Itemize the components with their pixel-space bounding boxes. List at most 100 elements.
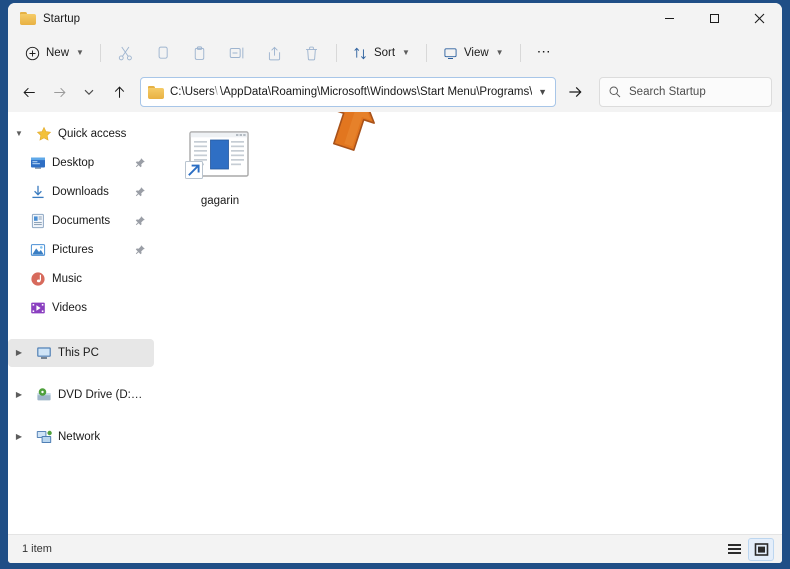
navigation-pane: ▼ Quick access Desktop Downloads Documen… (8, 112, 160, 534)
pin-icon[interactable] (134, 186, 146, 198)
view-mode-toggles (722, 537, 774, 561)
maximize-button[interactable] (692, 3, 737, 34)
paste-icon (194, 45, 205, 60)
rename-button[interactable] (219, 39, 255, 67)
trash-icon (305, 46, 317, 60)
sidebar-label: Videos (52, 302, 87, 314)
sidebar-label: This PC (58, 347, 99, 359)
sort-button[interactable]: Sort ▼ (344, 39, 419, 67)
chevron-down-icon: ▼ (402, 48, 410, 57)
file-item-gagarin[interactable]: gagarin (172, 124, 268, 211)
share-button[interactable] (257, 39, 292, 67)
see-more-button[interactable]: ⋯ (528, 39, 562, 67)
sidebar-label: Downloads (52, 186, 109, 198)
toolbar-divider (99, 44, 101, 62)
file-name-label: gagarin (200, 195, 240, 207)
pin-icon[interactable] (134, 244, 146, 256)
chevron-down-icon: ▼ (76, 48, 84, 57)
orange-arrow-pointer (322, 112, 394, 155)
sidebar-item-pictures[interactable]: Pictures (8, 236, 154, 264)
new-button[interactable]: New ▼ (16, 39, 93, 67)
command-bar: New ▼ Sort ▼ View ▼ ⋯ (8, 34, 782, 72)
pin-icon[interactable] (134, 157, 146, 169)
sidebar-item-network[interactable]: ▶ Network (8, 423, 154, 451)
close-button[interactable] (737, 3, 782, 34)
address-path: C:\Users\ \AppData\Roaming\Microsoft\Wind… (170, 86, 532, 98)
file-explorer-window: Startup New ▼ Sort ▼ View ▼ ⋯ C:\Users\ … (8, 3, 782, 563)
file-list-pane[interactable]: gagarin (160, 112, 782, 534)
sidebar-label: Documents (52, 215, 111, 227)
rename-icon (229, 47, 244, 59)
sidebar-item-music[interactable]: Music (8, 265, 154, 293)
pictures-icon (30, 244, 46, 256)
new-button-label: New (46, 47, 70, 59)
delete-button[interactable] (294, 39, 329, 67)
arrow-left-icon (22, 87, 35, 97)
chevron-right-icon[interactable]: ▶ (8, 349, 30, 357)
item-count-label: 1 item (22, 543, 52, 555)
screenshot-root: Startup New ▼ Sort ▼ View ▼ ⋯ C:\Users\ … (0, 0, 790, 569)
star-icon (36, 126, 52, 141)
large-icons-view-button[interactable] (748, 537, 774, 561)
pin-icon[interactable] (134, 215, 146, 227)
toolbar-divider-3 (425, 44, 427, 62)
videos-icon (31, 302, 45, 314)
window-controls (647, 3, 782, 34)
sidebar-item-quick-access[interactable]: ▼ Quick access (8, 120, 154, 148)
arrow-right-icon (569, 86, 582, 98)
sidebar-item-videos[interactable]: Videos (8, 294, 154, 322)
go-button[interactable] (558, 78, 592, 106)
copy-icon (158, 46, 168, 59)
address-path-suffix: \AppData\Roaming\Microsoft\Windows\Start… (219, 86, 532, 98)
tab-title: Startup (43, 12, 81, 25)
details-view-button[interactable] (722, 539, 746, 560)
network-icon (36, 430, 52, 443)
share-icon (268, 46, 281, 60)
search-input[interactable]: Search Startup (629, 86, 706, 98)
up-button[interactable] (104, 78, 134, 106)
sidebar-label: Desktop (52, 157, 95, 169)
address-chevron-down-icon[interactable]: ▼ (538, 87, 549, 97)
minimize-button[interactable] (647, 3, 692, 34)
forward-button[interactable] (44, 78, 74, 106)
large-icons-view-icon (754, 542, 768, 556)
sort-button-label: Sort (373, 47, 396, 59)
view-button[interactable]: View ▼ (434, 39, 513, 67)
sidebar-label: Pictures (52, 244, 94, 256)
sidebar-label: Music (52, 273, 83, 285)
sidebar-item-dvd-drive[interactable]: ▶ DVD Drive (D:) CCCC (8, 381, 154, 409)
search-icon (609, 86, 621, 98)
sort-icon (354, 47, 366, 59)
address-bar[interactable]: C:\Users\ \AppData\Roaming\Microsoft\Wind… (140, 77, 556, 107)
sidebar-item-this-pc[interactable]: ▶ This PC (8, 339, 154, 367)
sidebar-label: DVD Drive (D:) CCCC (58, 389, 146, 401)
details-view-icon (727, 543, 741, 554)
plus-circle-icon (25, 46, 40, 60)
explorer-body: PC risk.com ▼ Quick access (8, 112, 782, 534)
title-bar: Startup (8, 3, 782, 34)
chevron-down-icon (84, 89, 94, 95)
documents-icon (31, 213, 44, 229)
sidebar-item-desktop[interactable]: Desktop (8, 149, 154, 177)
paste-button[interactable] (182, 39, 217, 67)
chevron-right-icon[interactable]: ▶ (8, 433, 30, 441)
status-bar: 1 item (8, 534, 782, 563)
explorer-tab-startup[interactable]: Startup (8, 3, 92, 34)
downloads-icon (32, 185, 44, 199)
arrow-right-icon (53, 87, 66, 97)
toolbar-divider-4 (519, 44, 521, 62)
arrow-up-icon (114, 85, 124, 98)
copy-button[interactable] (145, 39, 180, 67)
shortcut-app-icon (184, 128, 256, 190)
folder-icon (20, 12, 36, 25)
music-icon (31, 272, 45, 286)
ellipsis-icon: ⋯ (536, 42, 553, 59)
back-button[interactable] (14, 78, 44, 106)
sidebar-item-documents[interactable]: Documents (8, 207, 154, 235)
recent-locations-button[interactable] (74, 78, 104, 106)
cut-button[interactable] (108, 39, 143, 67)
chevron-right-icon[interactable]: ▶ (8, 391, 30, 399)
sidebar-item-downloads[interactable]: Downloads (8, 178, 154, 206)
search-box[interactable]: Search Startup (599, 77, 772, 107)
chevron-down-icon[interactable]: ▼ (8, 130, 30, 138)
